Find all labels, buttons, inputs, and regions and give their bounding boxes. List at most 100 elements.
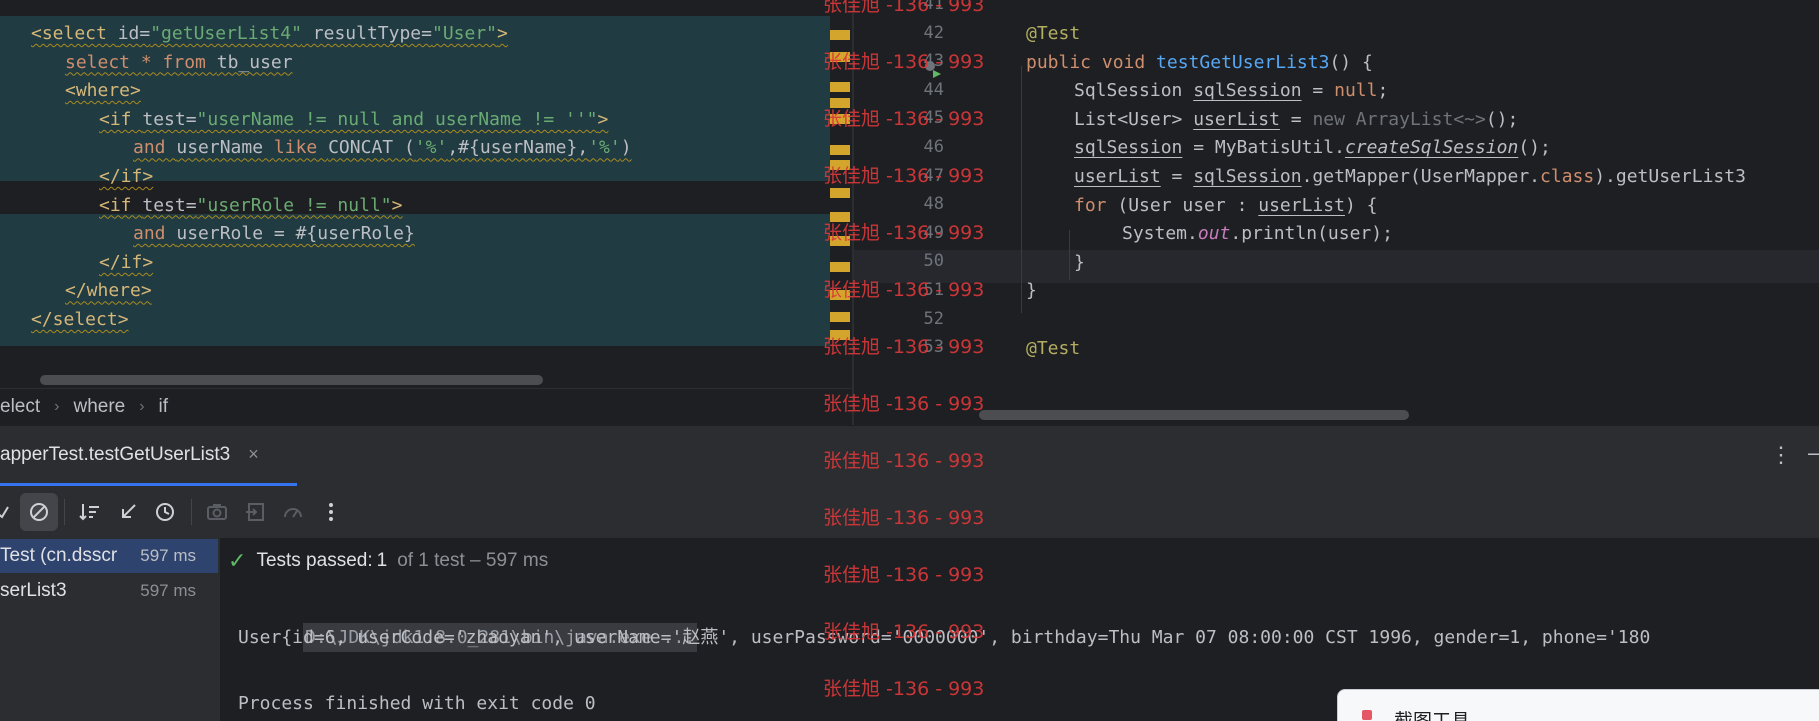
code-token: for [1074, 194, 1118, 216]
watermark-text: 张佳旭 -136 - 993 [823, 678, 985, 700]
horizontal-scrollbar[interactable] [979, 410, 1409, 420]
code-token: sqlSession [1074, 137, 1183, 159]
indent-guide [1021, 66, 1022, 313]
console-exit-line: Process finished with exit code 0 [238, 693, 596, 714]
code-token: userList [1258, 194, 1345, 216]
code-token: testGetUserList3 [1156, 51, 1330, 73]
warning-mark[interactable] [830, 262, 850, 272]
warning-mark[interactable] [830, 312, 850, 322]
import-icon[interactable] [236, 493, 274, 531]
tab-run-config[interactable]: apperTest.testGetUserList3 × [0, 426, 297, 486]
performance-icon[interactable] [274, 493, 312, 531]
code-token: = [1301, 80, 1335, 102]
sort-alphabetically-icon[interactable] [71, 493, 109, 531]
more-vertical-icon[interactable] [312, 493, 350, 531]
indent-guide [1069, 230, 1070, 280]
code-token: public [1026, 51, 1102, 73]
code-token: = [1279, 108, 1313, 130]
watermark-text: 张佳旭 -136 - 993 [823, 507, 985, 529]
code-token: userName [176, 137, 274, 159]
breadcrumb-item-where[interactable]: where [73, 396, 125, 418]
xml-code-line: </select> [31, 303, 129, 336]
tree-row-test-class[interactable]: Test (cn.dsscr 597 ms [0, 539, 218, 573]
code-token: from [162, 51, 217, 73]
watermark-text: 张佳旭 -136 - 993 [823, 279, 985, 301]
tree-row-time: 597 ms [140, 581, 196, 600]
tree-row-time: 597 ms [140, 546, 196, 565]
watermark-text: 张佳旭 -136 - 993 [823, 564, 985, 586]
code-token: System. [1122, 223, 1198, 245]
breadcrumb-separator: › [139, 398, 145, 415]
java-code-line: System.out.println(user); [1122, 217, 1393, 250]
code-token: </where> [65, 280, 152, 302]
code-token: = MyBatisUtil. [1182, 137, 1345, 159]
tree-row-test-method[interactable]: serList3 597 ms [0, 574, 218, 608]
console-command-line[interactable]: D:\JDK\jdk1.8.0_281\bin\java.exe ... [238, 588, 698, 652]
java-code-line: } [1026, 274, 1037, 307]
test-status: ✓ Tests passed: 1 of 1 test – 597 ms [228, 548, 548, 574]
code-token: ) [620, 137, 632, 159]
code-token: userList [1193, 108, 1280, 130]
check-icon: ✓ [228, 548, 247, 573]
code-token: out [1197, 223, 1231, 245]
more-options-icon[interactable]: ⋮ [1770, 442, 1792, 468]
code-token: (); [1518, 137, 1551, 159]
code-token: <if [99, 194, 143, 216]
code-token: CONCAT ( [328, 137, 415, 159]
code-token: sqlSession [1193, 166, 1302, 187]
toolbar-separator [64, 499, 65, 525]
code-token: SqlSession [1074, 80, 1194, 102]
code-token: * [140, 51, 163, 73]
code-token: = [1160, 166, 1194, 187]
status-detail: of 1 test – 597 ms [397, 550, 549, 571]
check-icon[interactable] [0, 493, 10, 531]
watermark-text: 张佳旭 -136 - 993 [823, 336, 985, 358]
code-token: > [391, 194, 403, 216]
code-token: <where> [65, 80, 141, 102]
watermark-text: 张佳旭 -136 - 993 [823, 51, 985, 73]
tree-row-label: serList3 [0, 580, 67, 601]
breadcrumb-item-select[interactable]: elect [0, 396, 40, 418]
code-token: test= [142, 194, 197, 216]
test-tree: Test (cn.dsscr 597 ms serList3 597 ms [0, 538, 218, 721]
xml-editor-pane[interactable]: <select id="getUserList4" resultType="Us… [0, 0, 852, 388]
code-token: class [1540, 166, 1595, 187]
warning-mark[interactable] [830, 30, 850, 40]
warning-mark[interactable] [830, 188, 850, 198]
code-token: and [133, 137, 177, 159]
code-token: </select> [31, 309, 129, 330]
status-count: 1 [376, 550, 388, 571]
watermark-text: 张佳旭 -136 - 993 [823, 0, 985, 16]
code-token: () { [1329, 51, 1373, 73]
code-token: "userName != null and userName != ''" [196, 108, 598, 130]
code-token: like [273, 137, 329, 159]
horizontal-scrollbar[interactable] [40, 375, 543, 385]
code-token: List<User> [1074, 108, 1194, 130]
code-token: createSqlSession [1344, 137, 1519, 159]
code-token: tb_user [216, 51, 293, 73]
notification-popup[interactable]: 截图工具 [1337, 689, 1819, 721]
warning-mark[interactable] [830, 145, 850, 155]
java-code-line: @Test [1026, 332, 1080, 365]
code-token: @Test [1026, 337, 1081, 359]
watermark-text: 张佳旭 -136 - 993 [823, 450, 985, 472]
code-token: } [1026, 280, 1037, 302]
java-editor-pane[interactable]: 41 42 43 44 45 46 47 48 49 50 51 52 53 @Test public v… [854, 0, 1819, 425]
minimize-icon[interactable]: — [1808, 440, 1819, 466]
code-token: > [497, 23, 508, 44]
collapse-all-icon[interactable] [109, 493, 147, 531]
code-token: new ArrayList [1312, 108, 1454, 130]
code-token: </if> [99, 166, 154, 187]
code-token: ).getUserList3 [1594, 166, 1746, 187]
xml-code-line: and userName like CONCAT ('%',#{userName… [133, 131, 632, 164]
app-icon [1362, 710, 1372, 720]
camera-icon[interactable] [198, 493, 236, 531]
watermark-text: 张佳旭 -136 - 993 [823, 621, 985, 643]
sort-by-duration-icon[interactable] [147, 493, 185, 531]
code-token: <~> [1453, 108, 1486, 130]
breadcrumb-item-if[interactable]: if [159, 396, 169, 418]
show-ignored-icon[interactable] [20, 493, 58, 531]
xml-code-line: and userRole = #{userRole} [133, 217, 415, 250]
warning-mark[interactable] [830, 82, 850, 92]
close-icon[interactable]: × [248, 444, 259, 465]
